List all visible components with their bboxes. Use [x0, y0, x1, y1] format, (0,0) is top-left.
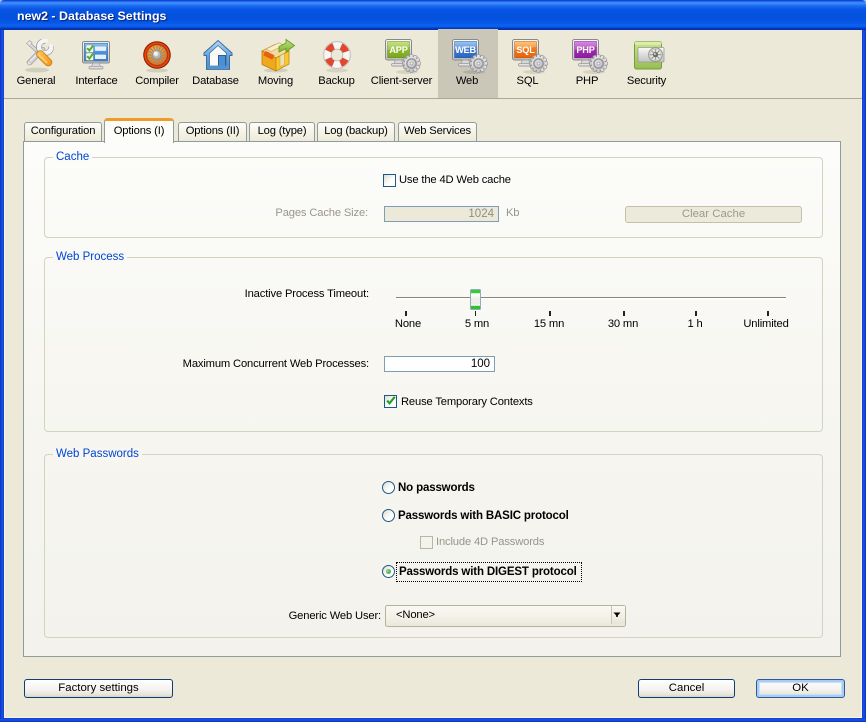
svg-text:WEB: WEB [455, 45, 476, 55]
svg-text:PHP: PHP [576, 45, 594, 55]
svg-text:SQL: SQL [516, 45, 535, 55]
svg-text:APP: APP [389, 45, 407, 55]
